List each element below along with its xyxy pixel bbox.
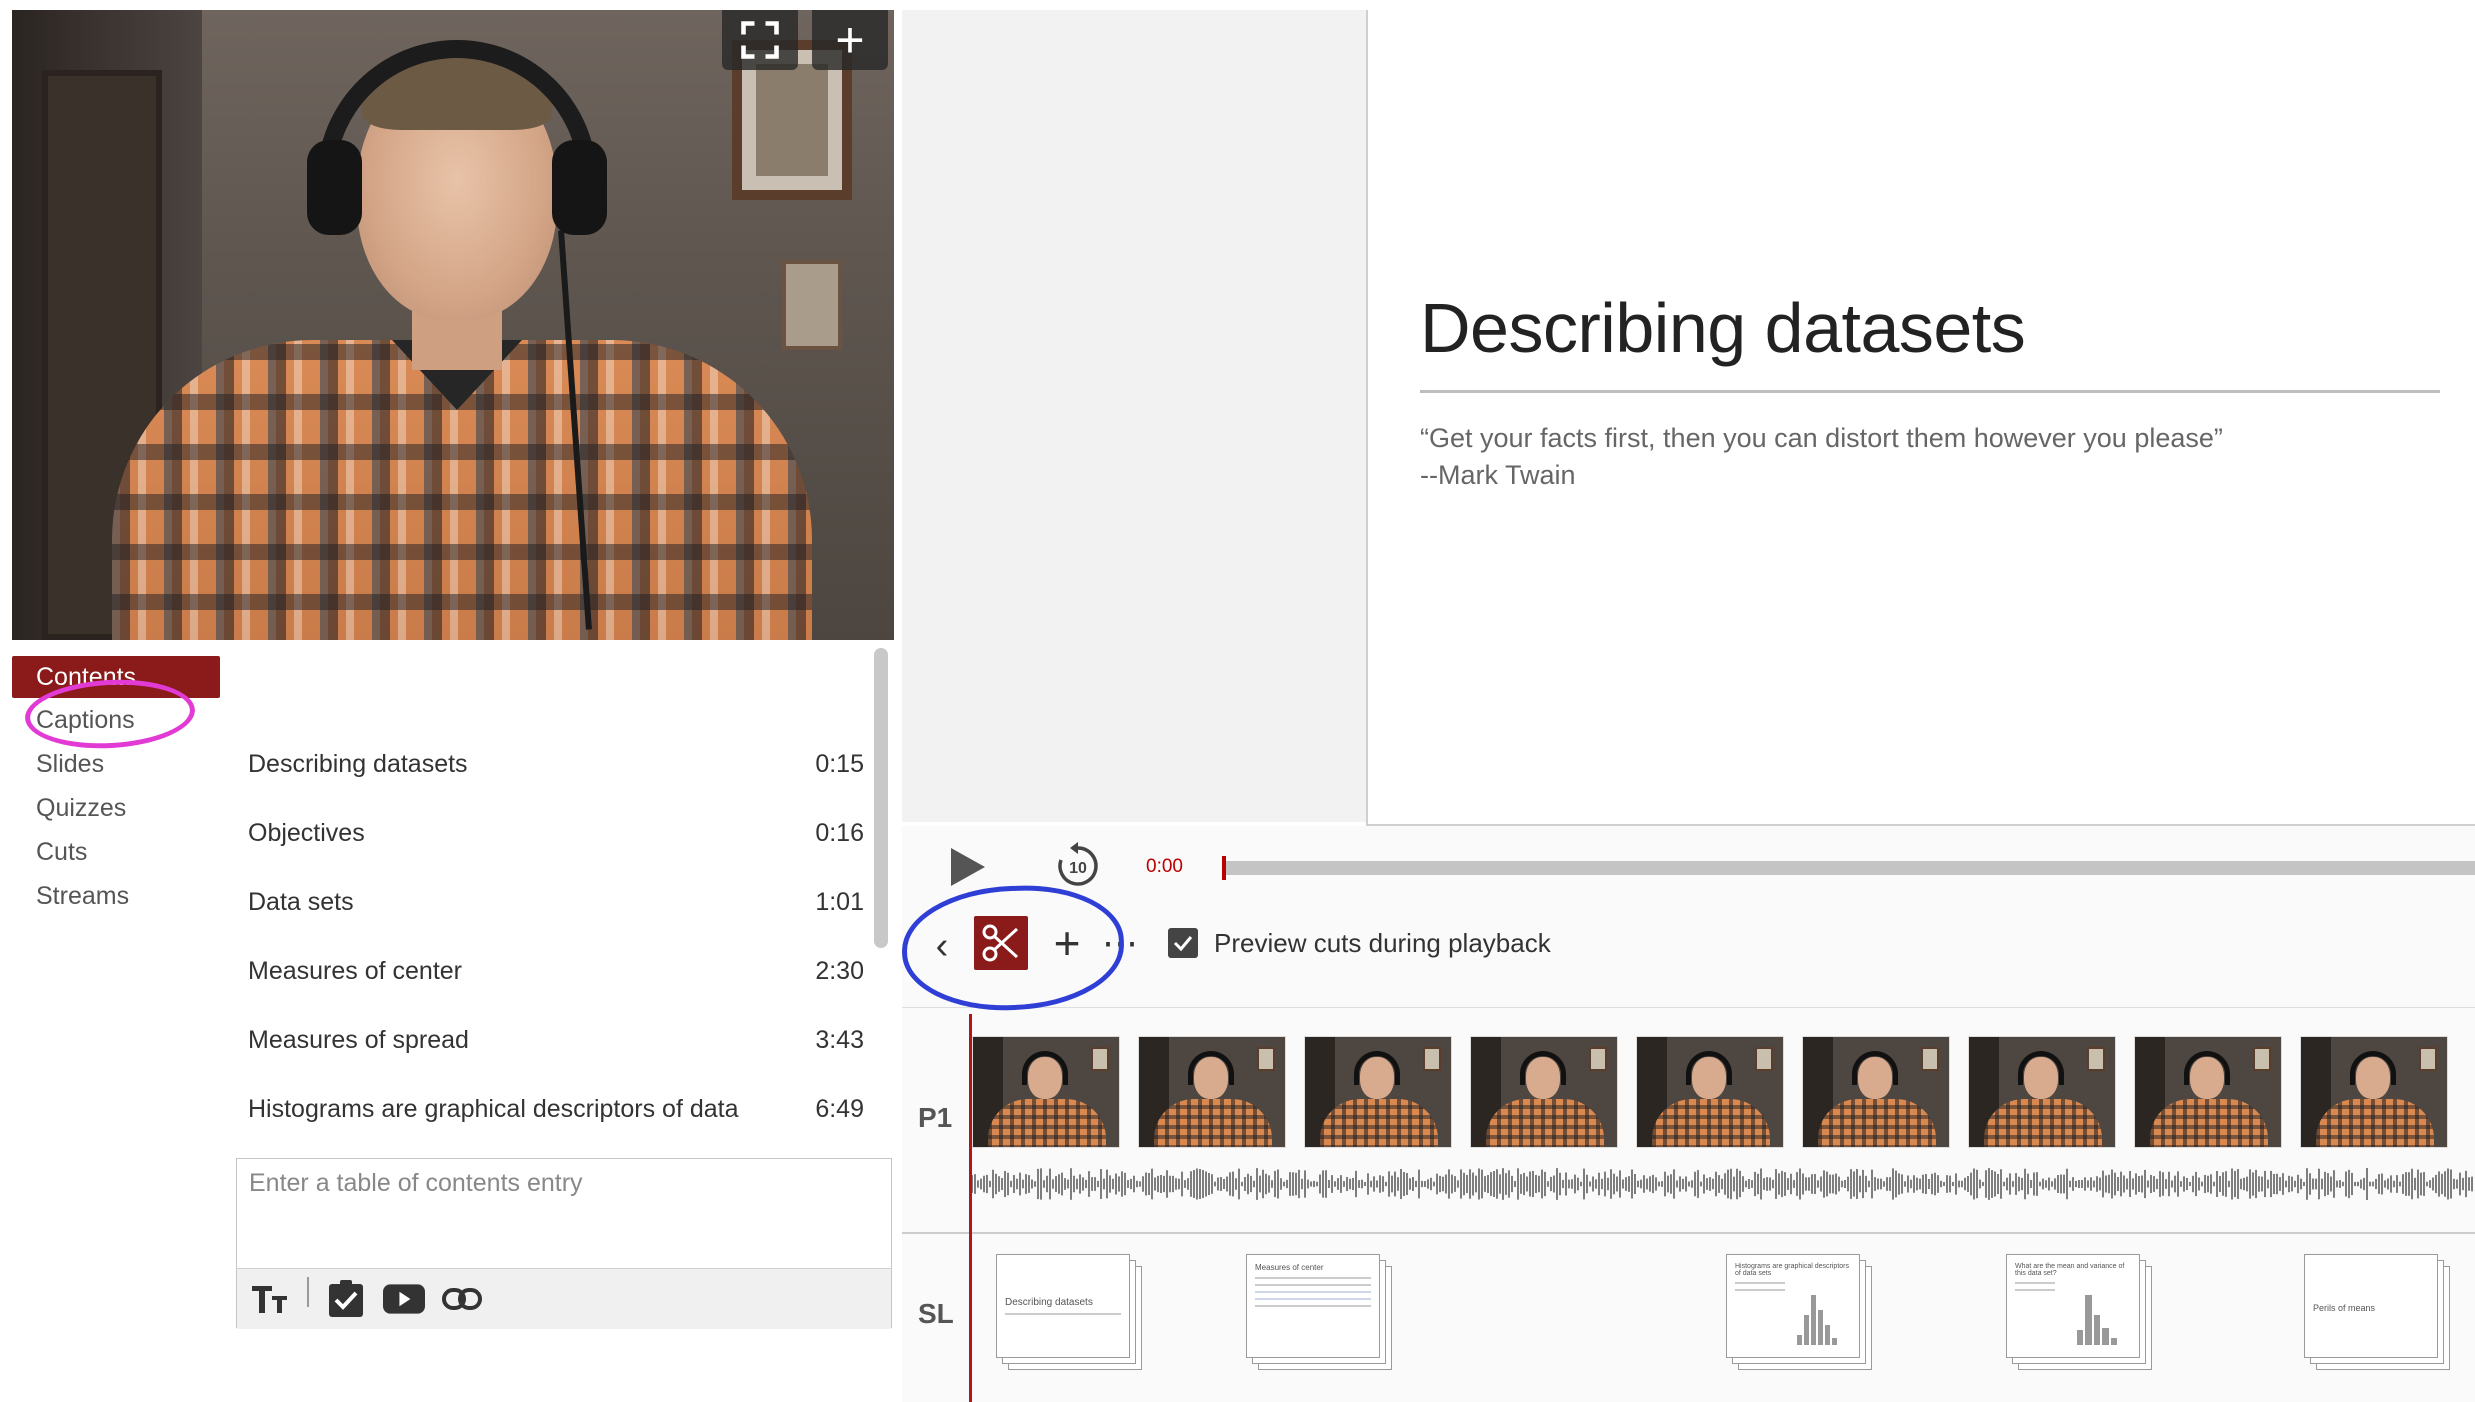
toc-entry-time: 3:43: [815, 1026, 864, 1054]
link-icon: [442, 1288, 482, 1310]
check-icon: [1173, 936, 1193, 952]
video-frame-thumbnail: [1304, 1036, 1452, 1148]
plus-icon: +: [835, 12, 865, 68]
slide-quote-block: “Get your facts first, then you can dist…: [1420, 420, 2223, 494]
preview-cuts-label[interactable]: Preview cuts during playback: [1214, 928, 1551, 959]
toc-entry-title: Measures of spread: [248, 1026, 469, 1054]
add-video-button[interactable]: +: [812, 10, 888, 70]
video-frame-thumbnail: [2134, 1036, 2282, 1148]
toc-entry-time: 0:16: [815, 819, 864, 847]
toc-entry-title: Data sets: [248, 888, 354, 916]
preview-cuts-checkbox[interactable]: [1168, 928, 1198, 958]
slide-attribution: --Mark Twain: [1420, 460, 1576, 490]
headphones: [552, 140, 607, 235]
nav-item-quizzes[interactable]: Quizzes: [12, 786, 220, 830]
table-of-contents: Describing datasets 0:15 Objectives 0:16…: [248, 740, 864, 1154]
toc-scrollbar[interactable]: [874, 648, 888, 948]
checkbox-icon: [329, 1280, 363, 1317]
video-background: [782, 260, 842, 350]
slide-thumbnail-title: Measures of center: [1255, 1263, 1324, 1272]
replay-10-icon: 10: [1058, 842, 1098, 886]
fullscreen-icon: [741, 21, 779, 59]
toc-entry[interactable]: Measures of spread 3:43: [248, 1016, 864, 1085]
toc-entry[interactable]: Objectives 0:16: [248, 809, 864, 878]
slide-margin: [902, 10, 1366, 822]
toc-entry-time: 2:30: [815, 957, 864, 985]
video-frame-thumbnail: [1968, 1036, 2116, 1148]
slide-preview: Describing datasets “Get your facts firs…: [1366, 10, 2475, 826]
youtube-button[interactable]: [383, 1278, 425, 1320]
quiz-button[interactable]: [325, 1278, 367, 1320]
toc-entry-time: 6:49: [815, 1095, 864, 1123]
slide-track[interactable]: SL Describing datasets Measures of cente…: [902, 1236, 2475, 1402]
nav-item-streams[interactable]: Streams: [12, 874, 220, 918]
link-button[interactable]: [441, 1278, 483, 1320]
slide-title: Describing datasets: [1420, 289, 2026, 367]
track-label: SL: [918, 1298, 954, 1329]
toc-entry[interactable]: Measures of center 2:30: [248, 947, 864, 1016]
toc-entry[interactable]: Histograms are graphical descriptors of …: [248, 1085, 864, 1154]
slide-thumbnail-title: What are the mean and variance of this d…: [2015, 1263, 2125, 1277]
presenter-video[interactable]: +: [12, 10, 894, 640]
video-frame-thumbnail: [1636, 1036, 1784, 1148]
video-frame-thumbnail: [972, 1036, 1120, 1148]
video-frame-thumbnail: [1470, 1036, 1618, 1148]
video-frame-thumbnail: [2300, 1036, 2448, 1148]
text-format-button[interactable]: [249, 1278, 291, 1320]
toc-entry-time: 1:01: [815, 888, 864, 916]
toc-entry-title: Histograms are graphical descriptors of …: [248, 1095, 739, 1123]
track-label: P1: [918, 1102, 953, 1133]
slide-thumbnail-title: Perils of means: [2313, 1303, 2376, 1313]
fullscreen-button[interactable]: [722, 10, 798, 70]
slide-thumbnail[interactable]: Perils of means: [2304, 1254, 2454, 1372]
svg-text:10: 10: [1069, 860, 1087, 877]
audio-waveform: [972, 1168, 2473, 1200]
text-format-icon: [252, 1286, 287, 1313]
current-time: 0:00: [1146, 856, 1183, 877]
toc-entry-toolbar: [237, 1269, 891, 1329]
toc-entry[interactable]: Data sets 1:01: [248, 878, 864, 947]
slide-thumbnail[interactable]: Histograms are graphical descriptors of …: [1726, 1254, 1876, 1372]
headphones: [307, 140, 362, 235]
video-track[interactable]: P1: [902, 1014, 2475, 1234]
slide-thumbnail-title: Histograms are graphical descriptors of …: [1735, 1263, 1849, 1277]
toolbar-divider: [307, 1277, 309, 1307]
toc-entry-editor: [236, 1158, 892, 1329]
toc-entry-time: 0:15: [815, 750, 864, 778]
timeline-editor: 10 0:00 ‹ + ⋯ Preview cuts during playba…: [899, 826, 2475, 1402]
toc-entry[interactable]: Describing datasets 0:15: [248, 740, 864, 809]
timeline-playhead[interactable]: [969, 1014, 972, 1402]
scrub-handle[interactable]: [1222, 856, 1226, 880]
slide-thumbnail[interactable]: What are the mean and variance of this d…: [2006, 1254, 2156, 1372]
video-frame-thumbnail: [1802, 1036, 1950, 1148]
toc-entry-input[interactable]: [237, 1159, 891, 1269]
slide-quote: “Get your facts first, then you can dist…: [1420, 423, 2223, 453]
youtube-icon: [383, 1284, 425, 1314]
slide-thumbnail[interactable]: Describing datasets: [996, 1254, 1146, 1372]
nav-item-slides[interactable]: Slides: [12, 742, 220, 786]
cut-toolbar: ‹ + ⋯ Preview cuts during playback: [902, 908, 2475, 1008]
toc-entry-title: Describing datasets: [248, 750, 468, 778]
replay-10-button[interactable]: 10: [1052, 840, 1104, 892]
video-frame-thumbnail: [1138, 1036, 1286, 1148]
slide-divider: [1420, 390, 2440, 393]
slide-thumbnail-title: Describing datasets: [1005, 1297, 1093, 1308]
scrub-bar[interactable]: [1224, 861, 2475, 875]
play-icon[interactable]: [947, 846, 987, 888]
toc-entry-title: Measures of center: [248, 957, 462, 985]
nav-item-cuts[interactable]: Cuts: [12, 830, 220, 874]
toc-entry-title: Objectives: [248, 819, 365, 847]
slide-thumbnail[interactable]: Measures of center: [1246, 1254, 1396, 1372]
